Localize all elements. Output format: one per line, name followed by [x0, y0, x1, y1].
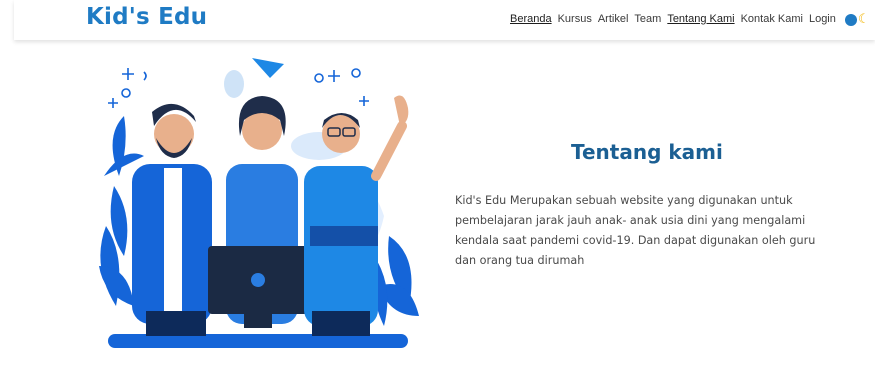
leaf-decoration — [372, 236, 419, 326]
nav-link-team[interactable]: Team — [634, 13, 661, 25]
nav-link-kontak-kami[interactable]: Kontak Kami — [741, 13, 803, 25]
team-illustration-svg — [99, 58, 419, 348]
person-left — [132, 103, 212, 336]
nav-links: Beranda Kursus Artikel Team Tentang Kami… — [510, 13, 842, 25]
nav-link-tentang-kami[interactable]: Tentang Kami — [667, 13, 734, 25]
nav-link-login[interactable]: Login — [809, 13, 836, 25]
nav-link-artikel[interactable]: Artikel — [598, 13, 629, 25]
section-title: Tentang kami — [571, 140, 723, 164]
floor-platform — [108, 334, 408, 348]
circle-dot-icon — [845, 14, 857, 26]
nav-link-beranda[interactable]: Beranda — [510, 13, 552, 25]
brand-logo[interactable]: Kid's Edu — [86, 4, 207, 30]
team-illustration — [84, 56, 424, 356]
paper-plane-icon — [252, 58, 284, 78]
blob-shape — [224, 70, 244, 98]
navbar: Kid's Edu Beranda Kursus Artikel Team Te… — [14, 0, 875, 40]
nav-link-kursus[interactable]: Kursus — [558, 13, 592, 25]
theme-toggle[interactable]: ☾ — [843, 12, 871, 28]
person-middle — [208, 96, 308, 328]
moon-icon: ☾ — [858, 12, 870, 27]
section-description: Kid's Edu Merupakan sebuah website yang … — [455, 194, 816, 267]
